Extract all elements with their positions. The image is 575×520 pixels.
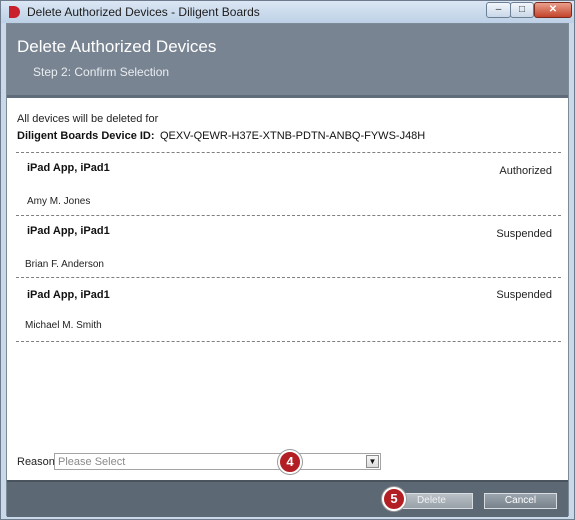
divider [16, 152, 561, 153]
intro-text: All devices will be deleted for [17, 113, 159, 125]
divider [16, 277, 561, 278]
close-icon: ✕ [548, 4, 558, 15]
divider [16, 215, 561, 216]
device-name: iPad App, iPad1 [27, 289, 110, 301]
reason-label: Reason [17, 456, 55, 468]
title-bar[interactable]: Delete Authorized Devices - Diligent Boa… [1, 1, 574, 23]
maximize-icon: □ [518, 4, 526, 15]
device-user: Michael M. Smith [25, 320, 102, 331]
callout-badge-4: 4 [278, 450, 302, 474]
page-title: Delete Authorized Devices [17, 37, 217, 56]
dialog-header: Delete Authorized Devices Step 2: Confir… [7, 24, 568, 98]
device-id-label: Diligent Boards Device ID: [17, 130, 155, 142]
diligent-app-icon [9, 6, 20, 18]
cancel-button[interactable]: Cancel [484, 493, 557, 509]
device-user: Brian F. Anderson [25, 259, 104, 270]
step-subtitle: Step 2: Confirm Selection [33, 65, 170, 79]
device-status: Suspended [496, 289, 552, 301]
close-button[interactable]: ✕ [534, 2, 572, 18]
dropdown-arrow-icon[interactable]: ▼ [366, 455, 379, 468]
device-user: Amy M. Jones [27, 196, 91, 207]
dialog-content: Delete Authorized Devices Step 2: Confir… [6, 23, 569, 517]
device-name: iPad App, iPad1 [27, 225, 110, 237]
device-id-value: QEXV-QEWR-H37E-XTNB-PDTN-ANBQ-FYWS-J48H [160, 130, 426, 142]
device-name: iPad App, iPad1 [27, 162, 110, 174]
maximize-button[interactable]: □ [510, 2, 534, 18]
dialog-footer: Delete Cancel [7, 480, 568, 517]
window-title: Delete Authorized Devices - Diligent Boa… [27, 5, 260, 19]
reason-select[interactable]: Please Select ▼ [54, 453, 381, 470]
minimize-icon: – [495, 4, 502, 15]
reason-placeholder: Please Select [58, 456, 126, 468]
device-status: Suspended [496, 228, 552, 240]
divider [16, 341, 561, 342]
callout-badge-5: 5 [382, 487, 406, 511]
device-status: Authorized [499, 165, 552, 177]
dialog-window: Delete Authorized Devices - Diligent Boa… [0, 0, 575, 520]
minimize-button[interactable]: – [486, 2, 511, 18]
